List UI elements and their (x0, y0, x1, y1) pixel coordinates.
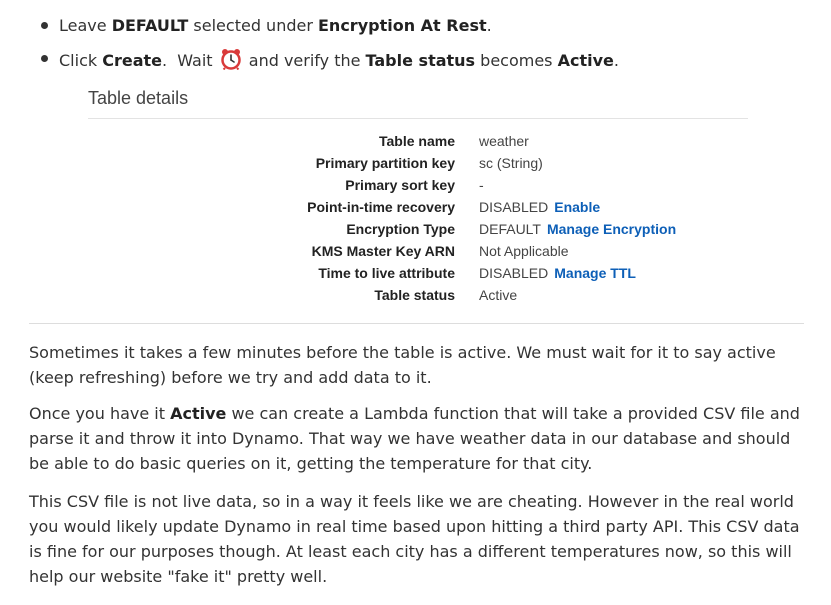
detail-value: DISABLED Manage TTL (479, 262, 636, 284)
detail-value: DISABLED Enable (479, 196, 600, 218)
detail-value-text: sc (String) (479, 155, 543, 171)
bullet-bold-text: Create (102, 51, 162, 70)
detail-row-kms-key: KMS Master Key ARN Not Applicable (0, 240, 831, 262)
bullet-text: Leave (59, 16, 112, 35)
paragraph-csv: This CSV file is not live data, so in a … (29, 492, 800, 586)
bullet-text: . (613, 51, 619, 70)
paragraph-wait: Sometimes it takes a few minutes before … (29, 343, 776, 387)
detail-key: Primary sort key (345, 177, 455, 193)
detail-row-encryption-type: Encryption Type DEFAULT Manage Encryption (0, 218, 831, 240)
manage-ttl-link[interactable]: Manage TTL (554, 265, 636, 281)
bullet-text: and verify the (243, 51, 366, 70)
bullet-text: . Wait (162, 51, 218, 70)
bullet-text: selected under (188, 16, 318, 35)
divider (88, 118, 748, 119)
status-value: Active (479, 287, 518, 303)
section-divider (29, 323, 804, 324)
detail-value: Active (479, 284, 517, 306)
paragraph-lambda: Once you have it Active we can create a … (29, 401, 804, 476)
detail-row-pitr: Point-in-time recovery DISABLED Enable (0, 196, 831, 218)
detail-row-partition-key: Primary partition key sc (String) (0, 152, 831, 174)
bullet-dot (41, 22, 48, 29)
detail-key: Time to live attribute (318, 265, 455, 281)
detail-key: Table name (379, 133, 455, 149)
manage-encryption-link[interactable]: Manage Encryption (547, 221, 676, 237)
detail-key: Primary partition key (315, 155, 455, 171)
detail-value: Not Applicable (479, 240, 569, 262)
bullet-bold-text: Encryption At Rest (318, 16, 487, 35)
detail-row-ttl: Time to live attribute DISABLED Manage TT… (0, 262, 831, 284)
bullet-text: Click (59, 51, 103, 70)
bullet-bold-text: Table status (365, 51, 476, 70)
detail-value-text: DEFAULT (479, 221, 541, 237)
detail-row-table-status: Table status Active (0, 284, 831, 306)
bullet-bold-text: Active (557, 51, 614, 70)
detail-value: DEFAULT Manage Encryption (479, 218, 676, 240)
bullet-text: . (486, 16, 492, 35)
detail-key: Table status (374, 287, 455, 303)
table-details-title: Table details (88, 88, 189, 108)
detail-value: sc (String) (479, 152, 543, 174)
bullet-dot (41, 55, 48, 62)
detail-value: - (479, 174, 484, 196)
list-item: Click Create. Wait and verify the Table … (41, 48, 619, 76)
alarm-clock-icon (220, 48, 242, 76)
detail-value-text: weather (479, 133, 529, 149)
detail-value-text: Not Applicable (479, 243, 569, 259)
detail-key: Encryption Type (346, 221, 455, 237)
detail-value-text: DISABLED (479, 265, 549, 281)
paragraph-bold-text: Active (170, 404, 227, 423)
bullet-text: becomes (475, 51, 558, 70)
detail-value-text: - (479, 177, 484, 193)
detail-row-sort-key: Primary sort key - (0, 174, 831, 196)
detail-value: weather (479, 130, 529, 152)
detail-key: Point-in-time recovery (307, 199, 455, 215)
enable-pitr-link[interactable]: Enable (554, 199, 600, 215)
detail-value-text: DISABLED (479, 199, 549, 215)
paragraph-text: Once you have it (29, 404, 171, 423)
bullet-bold-text: DEFAULT (111, 16, 189, 35)
list-item: Leave DEFAULT selected under Encryption … (41, 15, 492, 37)
detail-key: KMS Master Key ARN (311, 243, 455, 259)
detail-row-table-name: Table name weather (0, 130, 831, 152)
